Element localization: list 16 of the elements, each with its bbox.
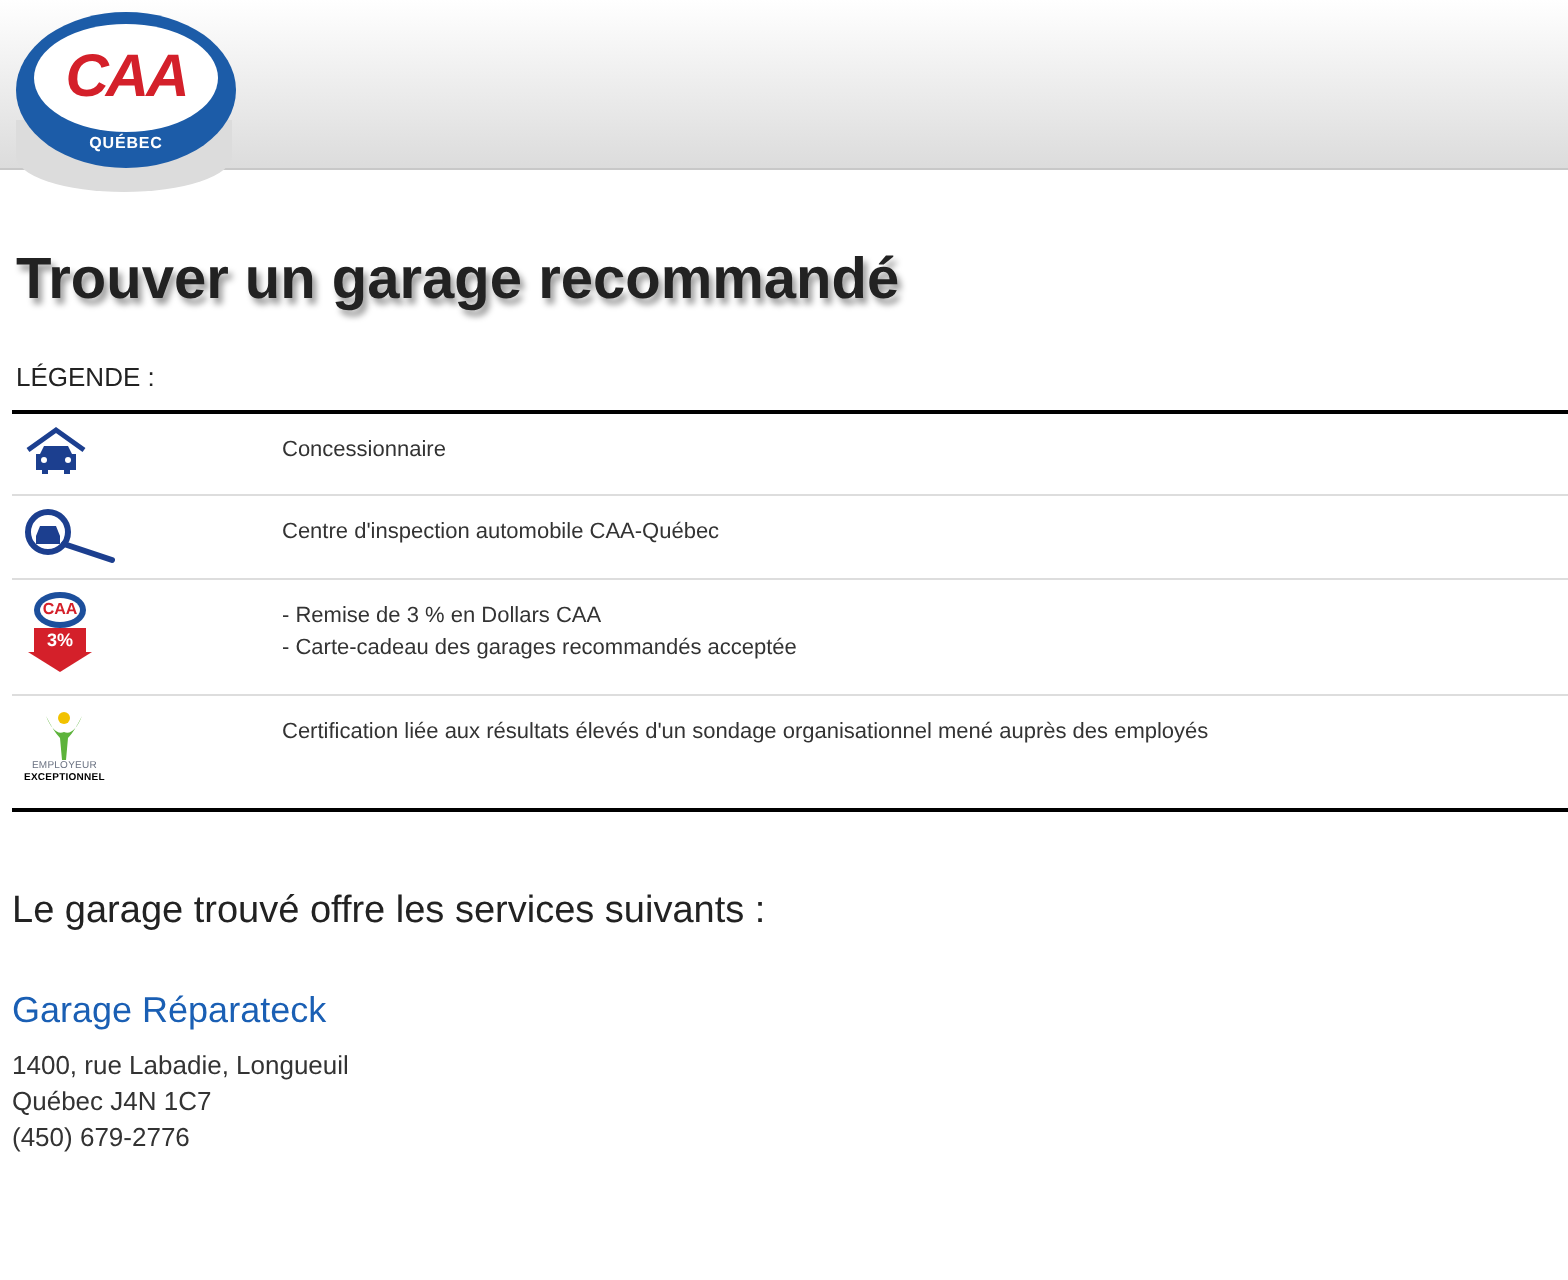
- legend-text: Certification liée aux résultats élevés d'un sondage organisationnel mené auprès des employés: [282, 718, 1209, 748]
- legend-text: Concessionnaire: [282, 436, 446, 466]
- address-line: Québec J4N 1C7: [12, 1084, 214, 1120]
- page-title: Trouver un garage recommandé: [16, 246, 902, 314]
- address-line: (450) 679-2776: [12, 1120, 192, 1156]
- legend-text: - Remise de 3 % en Dollars CAA: [282, 602, 604, 632]
- services-heading: Le garage trouvé offre les services suivants :: [12, 888, 768, 936]
- legend-text: - Carte-cadeau des garages recommandés acceptée: [282, 634, 797, 664]
- garage-name-link[interactable]: Garage Réparateck: [12, 988, 327, 1032]
- address-line: 1400, rue Labadie, Longueuil: [12, 1048, 351, 1084]
- magnifier-car-icon: [24, 508, 116, 564]
- logo-mark: CAA: [65, 44, 187, 112]
- legend-text: Centre d'inspection automobile CAA-Québec: [282, 518, 720, 548]
- logo-region: QUÉBEC: [89, 134, 163, 154]
- garage-car-icon: [24, 426, 88, 478]
- legend-label: LÉGENDE :: [16, 362, 157, 394]
